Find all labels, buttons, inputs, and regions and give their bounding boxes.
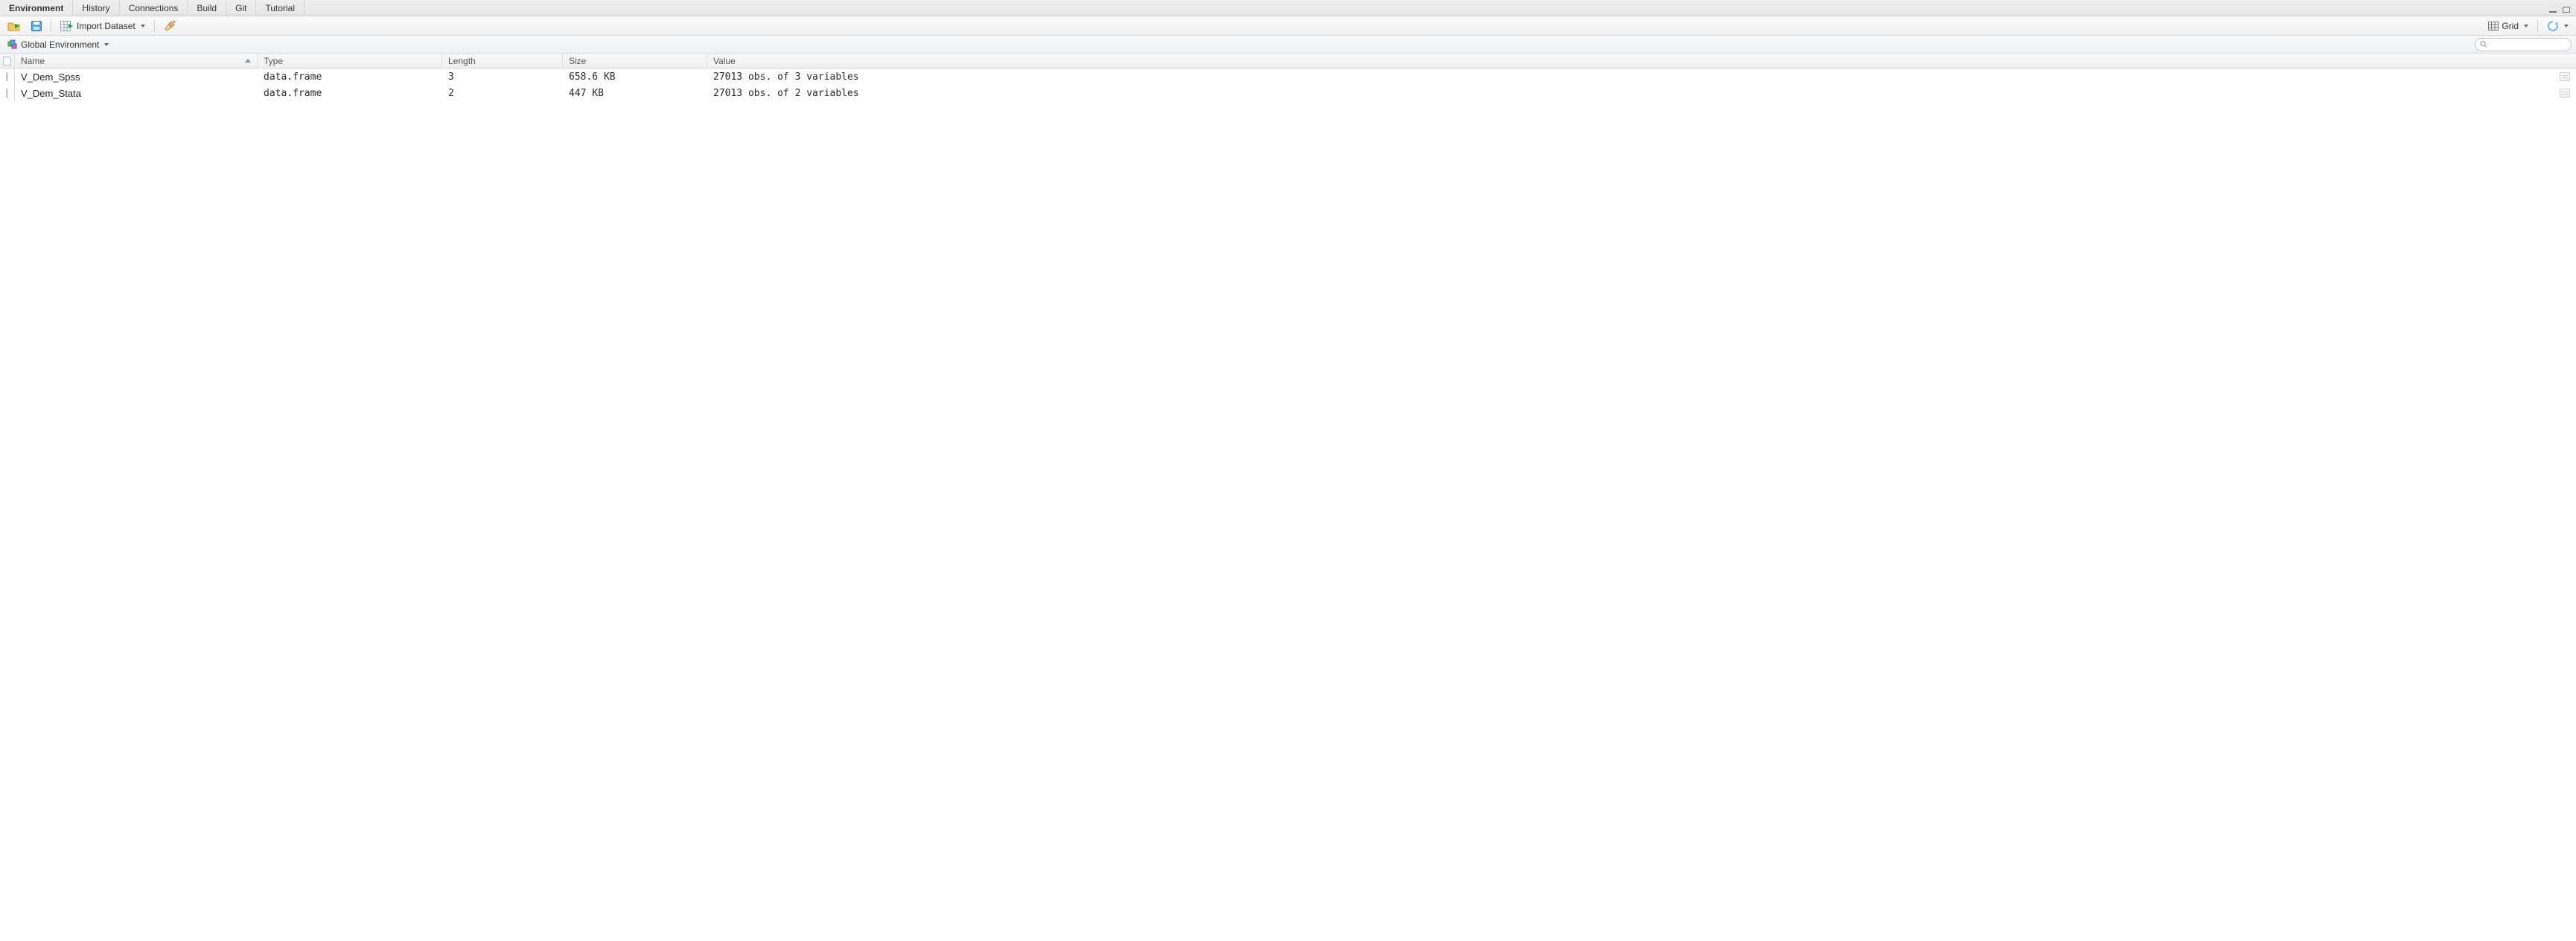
minimize-pane-icon[interactable] — [2548, 4, 2558, 13]
view-mode-button[interactable]: Grid — [2485, 19, 2531, 33]
save-icon — [31, 21, 42, 31]
cell-length: 2 — [442, 85, 563, 101]
tab-label: Git — [235, 3, 246, 13]
cell-size: 447 KB — [563, 85, 707, 101]
column-label: Size — [569, 56, 586, 66]
cell-type: data.frame — [258, 85, 442, 101]
column-header-name[interactable]: Name — [15, 54, 258, 68]
view-data-icon[interactable] — [2560, 72, 2570, 81]
refresh-icon — [2547, 20, 2559, 32]
clear-workspace-button[interactable] — [161, 19, 179, 34]
column-label: Value — [713, 56, 736, 66]
view-mode-label: Grid — [2502, 21, 2519, 31]
column-header-size[interactable]: Size — [563, 54, 707, 68]
table-row[interactable]: V_Dem_Spss data.frame 3 658.6 KB 27013 o… — [0, 68, 2576, 85]
environment-toolbar: Import Dataset Grid — [0, 16, 2576, 36]
cell-name: V_Dem_Stata — [15, 85, 258, 101]
scope-bar: Global Environment — [0, 36, 2576, 54]
toolbar-separator — [2537, 20, 2538, 32]
checkbox[interactable] — [3, 57, 11, 66]
pane-window-controls — [2548, 0, 2576, 16]
save-workspace-button[interactable] — [28, 19, 45, 33]
tab-label: History — [82, 3, 109, 13]
chevron-down-icon — [2524, 25, 2528, 28]
import-grid-icon — [60, 21, 74, 31]
refresh-button[interactable] — [2544, 19, 2572, 34]
grid-icon — [2488, 22, 2499, 31]
column-header-value[interactable]: Value — [707, 54, 2576, 68]
column-header-type[interactable]: Type — [258, 54, 442, 68]
tab-label: Build — [197, 3, 217, 13]
column-label: Type — [264, 56, 283, 66]
cell-size: 658.6 KB — [563, 68, 707, 85]
column-label: Name — [21, 56, 45, 66]
tab-environment[interactable]: Environment — [0, 0, 73, 16]
checkbox[interactable] — [6, 72, 8, 81]
cell-name: V_Dem_Spss — [15, 68, 258, 85]
import-dataset-button[interactable]: Import Dataset — [57, 19, 148, 33]
sort-ascending-icon — [245, 59, 251, 63]
broom-icon — [164, 20, 176, 32]
chevron-down-icon — [141, 25, 145, 28]
maximize-pane-icon[interactable] — [2561, 4, 2572, 13]
table-header: Name Type Length Size Value — [0, 54, 2576, 68]
tab-history[interactable]: History — [73, 0, 119, 16]
view-data-icon[interactable] — [2560, 89, 2570, 98]
import-dataset-label: Import Dataset — [77, 21, 136, 31]
tab-label: Connections — [129, 3, 179, 13]
tab-tutorial[interactable]: Tutorial — [256, 0, 305, 16]
chevron-down-icon — [104, 43, 109, 46]
tab-label: Environment — [9, 3, 63, 13]
open-folder-icon — [7, 21, 21, 31]
search-box[interactable] — [2475, 38, 2572, 51]
cell-value: 27013 obs. of 2 variables — [707, 85, 2554, 101]
column-label: Length — [448, 56, 476, 66]
toolbar-separator — [154, 20, 155, 32]
column-header-length[interactable]: Length — [442, 54, 563, 68]
table-row[interactable]: V_Dem_Stata data.frame 2 447 KB 27013 ob… — [0, 85, 2576, 101]
tab-connections[interactable]: Connections — [120, 0, 188, 16]
environment-scope-icon — [7, 39, 18, 50]
tab-git[interactable]: Git — [226, 0, 256, 16]
pane-tabbar: Environment History Connections Build Gi… — [0, 0, 2576, 16]
chevron-down-icon — [2564, 25, 2569, 28]
cell-length: 3 — [442, 68, 563, 85]
tab-build[interactable]: Build — [188, 0, 226, 16]
scope-selector[interactable]: Global Environment — [4, 38, 112, 51]
cell-type: data.frame — [258, 68, 442, 85]
cell-value: 27013 obs. of 3 variables — [707, 68, 2554, 85]
column-header-select-all[interactable] — [0, 54, 15, 68]
search-icon — [2480, 40, 2487, 48]
search-input[interactable] — [2490, 40, 2566, 49]
scope-label: Global Environment — [21, 39, 99, 50]
table-body: V_Dem_Spss data.frame 3 658.6 KB 27013 o… — [0, 68, 2576, 101]
checkbox[interactable] — [6, 89, 8, 98]
tab-label: Tutorial — [265, 3, 295, 13]
load-workspace-button[interactable] — [4, 19, 24, 33]
